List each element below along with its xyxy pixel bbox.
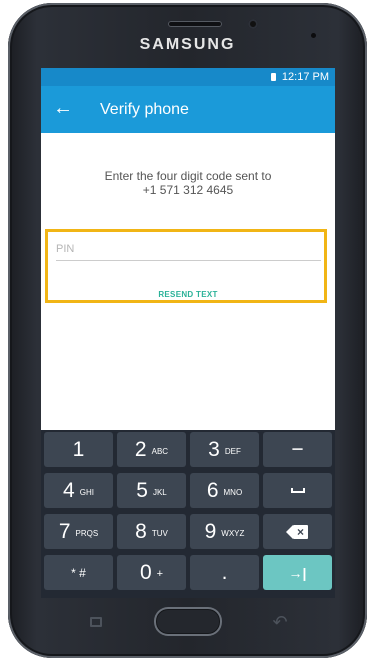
key-sub-label: + (156, 568, 164, 580)
key-label: 4 (63, 479, 75, 502)
key-sub-label: PRQS (75, 528, 99, 538)
key-next[interactable]: →| (263, 555, 332, 590)
key-backspace[interactable]: × (263, 514, 332, 549)
page-title: Verify phone (100, 101, 189, 118)
key-label: . (221, 561, 228, 584)
key-sub-label: TUV (151, 528, 168, 538)
device-brand: SAMSUNG (139, 36, 236, 53)
pin-input[interactable] (56, 238, 321, 261)
key-label: 7 (58, 520, 71, 543)
key-label: 8 (135, 520, 147, 543)
status-bar: 12:17 PM (41, 68, 335, 86)
recent-apps-icon[interactable] (90, 617, 102, 627)
tab-next-icon: →| (288, 564, 307, 581)
key-2[interactable]: 2 ABC (117, 432, 186, 467)
key-5[interactable]: 5 JKL (117, 473, 186, 508)
screen: 12:17 PM ← Verify phone Enter the four d… (41, 68, 335, 598)
instruction-text: Enter the four digit code sent to +1 571… (41, 169, 335, 197)
key-sub-label: MNO (223, 487, 243, 497)
key-9[interactable]: 9 WXYZ (190, 514, 259, 549)
key-label: 0 (139, 561, 152, 584)
home-button[interactable] (154, 607, 222, 636)
resend-text-button[interactable]: RESEND TEXT (41, 290, 335, 299)
key-label: 6 (206, 479, 219, 502)
key-space[interactable] (263, 473, 332, 508)
key-0[interactable]: 0 + (117, 555, 186, 590)
key-sub-label: ABC (151, 446, 169, 456)
earpiece-speaker (168, 21, 222, 27)
key-label: 1 (72, 438, 85, 461)
key-label: 9 (204, 520, 217, 543)
key-minus[interactable]: − (263, 432, 332, 467)
key-1[interactable]: 1 (44, 432, 113, 467)
key-6[interactable]: 6 MNO (190, 473, 259, 508)
key-label: 2 (134, 438, 147, 461)
front-camera (248, 19, 258, 29)
key-sub-label: WXYZ (221, 528, 245, 538)
key-3[interactable]: 3 DEF (190, 432, 259, 467)
key-star-hash[interactable]: * # (44, 555, 113, 590)
numeric-keypad: 1 2 ABC 3 DEF − 4 GHI 5 JKL 6 MNO 7 PRQS… (41, 430, 335, 598)
key-label: 3 (208, 438, 220, 461)
status-time: 12:17 PM (281, 71, 329, 83)
key-sub-label: JKL (152, 487, 167, 497)
backspace-icon: × (285, 524, 308, 539)
key-period[interactable]: . (190, 555, 259, 590)
key-label: * # (71, 565, 86, 580)
back-icon[interactable]: ↶ (270, 612, 290, 632)
battery-icon (271, 73, 276, 81)
instruction-line-1: Enter the four digit code sent to (104, 169, 272, 183)
key-label: − (291, 438, 304, 461)
key-sub-label: GHI (79, 487, 94, 497)
key-4[interactable]: 4 GHI (44, 473, 113, 508)
app-bar: ← Verify phone (41, 86, 335, 133)
key-sub-label: DEF (224, 446, 241, 456)
arrow-left-icon[interactable]: ← (53, 96, 73, 120)
key-7[interactable]: 7 PRQS (44, 514, 113, 549)
key-label: 5 (136, 479, 148, 502)
key-8[interactable]: 8 TUV (117, 514, 186, 549)
phone-number: +1 571 312 4645 (142, 183, 234, 197)
space-icon (290, 488, 305, 493)
